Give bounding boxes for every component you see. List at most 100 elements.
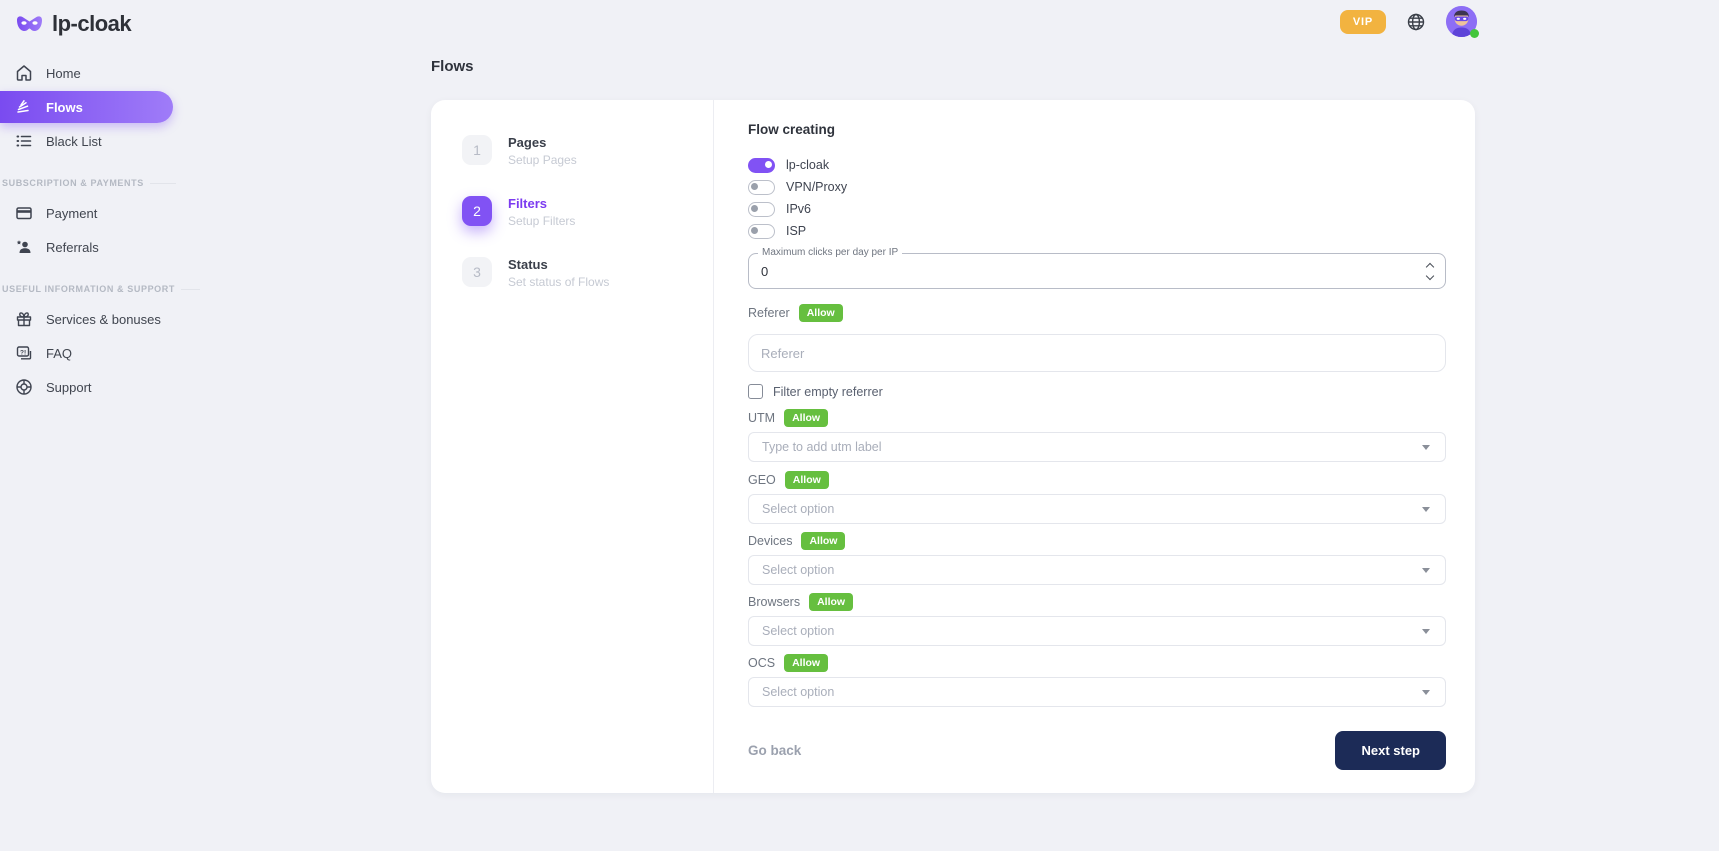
toggle-row-ipv6: IPv6 (748, 198, 1446, 220)
referer-input-wrap (748, 334, 1446, 372)
step-pages[interactable]: 1 Pages Setup Pages (462, 135, 713, 168)
ocs-allow-badge[interactable]: Allow (784, 654, 828, 672)
toggle-row-isp: ISP (748, 220, 1446, 242)
globe-language-icon[interactable] (1407, 13, 1425, 31)
page-title: Flows (431, 58, 474, 75)
isp-toggle[interactable] (748, 224, 775, 239)
geo-allow-badge[interactable]: Allow (785, 471, 829, 489)
ipv6-toggle[interactable] (748, 202, 775, 217)
sidebar-item-label: Flows (46, 100, 83, 115)
sidebar-item-services[interactable]: Services & bonuses (0, 302, 200, 336)
step-status[interactable]: 3 Status Set status of Flows (462, 257, 713, 290)
chevron-down-icon (1422, 629, 1430, 634)
credit-card-icon (15, 204, 33, 222)
go-back-link[interactable]: Go back (748, 743, 801, 758)
step-title: Status (508, 257, 609, 273)
svg-text:?!: ?! (20, 349, 26, 356)
user-avatar[interactable] (1446, 6, 1477, 37)
sidebar-item-label: Black List (46, 134, 102, 149)
browsers-label: Browsers (748, 595, 800, 609)
referer-label: Referer (748, 306, 790, 320)
sidebar-item-label: FAQ (46, 346, 72, 361)
browsers-allow-badge[interactable]: Allow (809, 593, 853, 611)
next-step-button[interactable]: Next step (1335, 731, 1446, 770)
stepper: 1 Pages Setup Pages 2 Filters Setup Filt… (431, 100, 714, 793)
sidebar-item-referrals[interactable]: Referrals (0, 230, 200, 264)
chevron-down-icon (1422, 568, 1430, 573)
toggle-row-vpn-proxy: VPN/Proxy (748, 176, 1446, 198)
toggle-row-lp-cloak: lp-cloak (748, 154, 1446, 176)
sidebar-section-support: USEFUL INFORMATION & SUPPORT (2, 284, 200, 294)
faq-bubble-icon: ?! (15, 344, 33, 362)
devices-allow-badge[interactable]: Allow (801, 532, 845, 550)
sidebar-item-black-list[interactable]: Black List (0, 124, 200, 158)
step-number: 1 (462, 135, 492, 165)
toggle-label: lp-cloak (786, 158, 829, 172)
gift-icon (15, 310, 33, 328)
home-icon (15, 64, 33, 82)
utm-label: UTM (748, 411, 775, 425)
referer-label-row: Referer Allow (748, 304, 1446, 322)
sidebar-item-label: Payment (46, 206, 97, 221)
geo-label: GEO (748, 473, 776, 487)
mask-logo-icon (16, 14, 43, 34)
filter-empty-referrer-row[interactable]: Filter empty referrer (748, 384, 1446, 399)
ocs-label: OCS (748, 656, 775, 670)
brand-name: lp-cloak (52, 11, 131, 37)
utm-select[interactable]: Type to add utm label (748, 432, 1446, 462)
vip-badge[interactable]: VIP (1340, 10, 1386, 34)
sidebar-item-label: Services & bonuses (46, 312, 161, 327)
sidebar-item-home[interactable]: Home (0, 56, 200, 90)
utm-placeholder: Type to add utm label (762, 440, 1422, 454)
step-subtitle: Set status of Flows (508, 275, 609, 290)
filter-empty-referrer-checkbox[interactable] (748, 384, 763, 399)
number-stepper[interactable] (1427, 264, 1433, 279)
brand-logo[interactable]: lp-cloak (16, 11, 131, 37)
sidebar-item-label: Home (46, 66, 81, 81)
step-number: 2 (462, 196, 492, 226)
step-filters[interactable]: 2 Filters Setup Filters (462, 196, 713, 229)
list-icon (15, 132, 33, 150)
online-status-dot (1470, 29, 1479, 38)
sidebar-item-payment[interactable]: Payment (0, 196, 200, 230)
sidebar-item-flows[interactable]: Flows (0, 91, 173, 123)
toggle-label: IPv6 (786, 202, 811, 216)
geo-select[interactable]: Select option (748, 494, 1446, 524)
ocs-select[interactable]: Select option (748, 677, 1446, 707)
devices-select[interactable]: Select option (748, 555, 1446, 585)
devices-label-row: Devices Allow (748, 532, 1446, 550)
sidebar-item-label: Referrals (46, 240, 99, 255)
utm-label-row: UTM Allow (748, 409, 1446, 427)
flow-form: Flow creating lp-cloak VPN/Proxy IPv6 IS… (714, 100, 1461, 793)
ocs-placeholder: Select option (762, 685, 1422, 699)
sidebar-item-faq[interactable]: ?! FAQ (0, 336, 200, 370)
sidebar-item-label: Support (46, 380, 92, 395)
referer-input[interactable] (761, 346, 1433, 361)
form-title: Flow creating (748, 122, 1446, 137)
lp-cloak-toggle[interactable] (748, 158, 775, 173)
devices-label: Devices (748, 534, 792, 548)
max-clicks-input[interactable] (761, 264, 1419, 279)
browsers-select[interactable]: Select option (748, 616, 1446, 646)
max-clicks-label: Maximum clicks per day per IP (758, 247, 902, 258)
devices-placeholder: Select option (762, 563, 1422, 577)
flow-card: 1 Pages Setup Pages 2 Filters Setup Filt… (431, 100, 1475, 793)
referer-allow-badge[interactable]: Allow (799, 304, 843, 322)
toggle-label: ISP (786, 224, 806, 238)
step-title: Filters (508, 196, 575, 212)
chevron-down-icon (1422, 445, 1430, 450)
ocs-label-row: OCS Allow (748, 654, 1446, 672)
lifebuoy-icon (15, 378, 33, 396)
flows-icon (15, 98, 33, 116)
utm-allow-badge[interactable]: Allow (784, 409, 828, 427)
step-title: Pages (508, 135, 577, 151)
geo-placeholder: Select option (762, 502, 1422, 516)
toggle-label: VPN/Proxy (786, 180, 847, 194)
sidebar-item-support[interactable]: Support (0, 370, 200, 404)
browsers-placeholder: Select option (762, 624, 1422, 638)
sidebar: Home Flows Black List SUBSCRIPTION & PAY… (0, 56, 200, 404)
browsers-label-row: Browsers Allow (748, 593, 1446, 611)
sidebar-section-subscription: SUBSCRIPTION & PAYMENTS (2, 178, 200, 188)
vpn-proxy-toggle[interactable] (748, 180, 775, 195)
chevron-down-icon (1422, 507, 1430, 512)
